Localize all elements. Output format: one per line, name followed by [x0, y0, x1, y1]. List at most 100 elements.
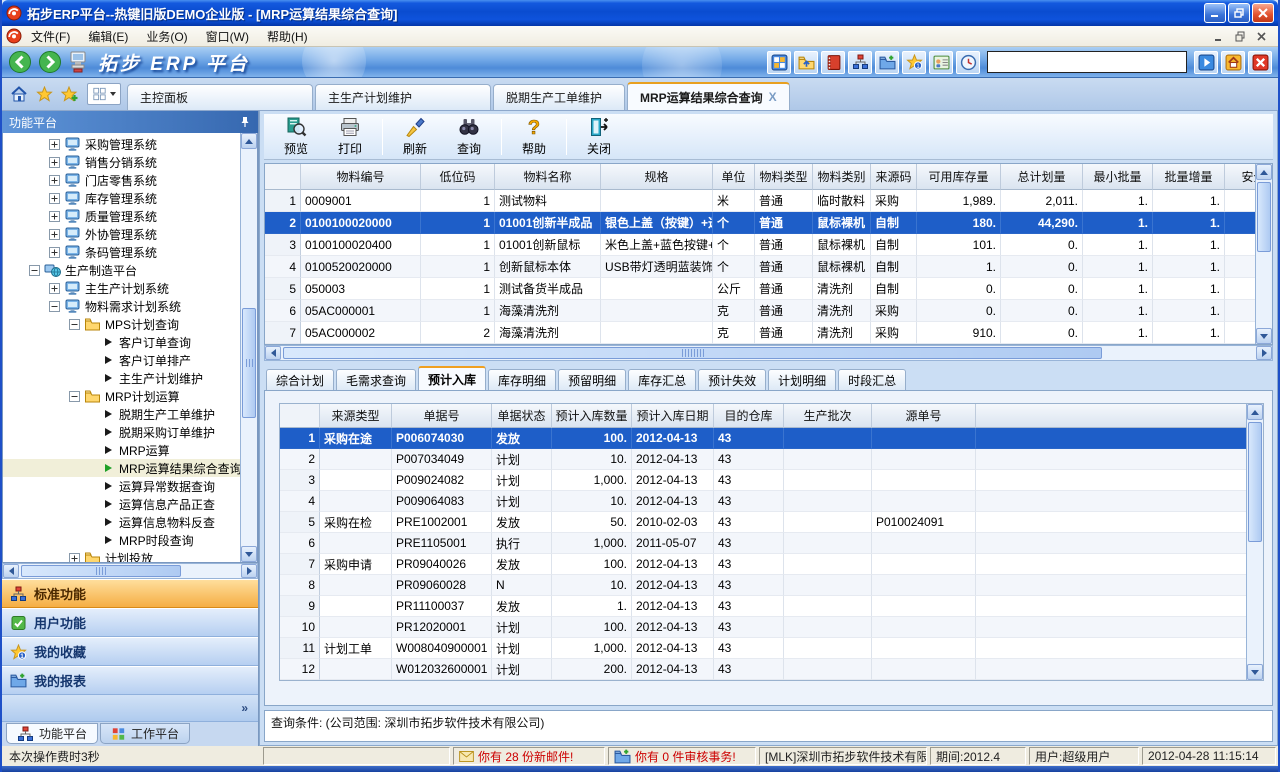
column-header[interactable]: 预计入库日期	[632, 404, 714, 428]
scroll-left-button[interactable]	[3, 564, 19, 578]
column-header[interactable]: 可用库存量	[917, 164, 1001, 190]
favorite-star-icon[interactable]	[36, 86, 53, 102]
table-row[interactable]: 6PRE1105001执行1,000.2011-05-0743	[280, 533, 1246, 554]
menu-item-business[interactable]: 业务(O)	[137, 28, 196, 46]
tree-item[interactable]: 脱期生产工单维护	[3, 405, 240, 423]
table-row[interactable]: 4P009064083计划10.2012-04-1343	[280, 491, 1246, 512]
pin-icon[interactable]	[239, 116, 251, 128]
collapse-minus-icon[interactable]	[69, 391, 80, 402]
tree-item[interactable]: MRP计划运算	[3, 387, 240, 405]
collapse-minus-icon[interactable]	[49, 301, 60, 312]
scroll-down-button[interactable]	[1256, 328, 1272, 344]
toolbar-preview-button[interactable]: 预览	[270, 116, 322, 158]
column-header[interactable]: 安全库	[1225, 164, 1255, 190]
tree-item[interactable]: 销售分销系统	[3, 153, 240, 171]
tree-item[interactable]: 脱期采购订单维护	[3, 423, 240, 441]
column-header[interactable]: 源单号	[872, 404, 976, 428]
table-row[interactable]: 7采购申请PR09040026发放100.2012-04-1343	[280, 554, 1246, 575]
table-row[interactable]: 9PR11100037发放1.2012-04-1343	[280, 596, 1246, 617]
table-row[interactable]: 8PR09060028N10.2012-04-1343	[280, 575, 1246, 596]
toolbar-print-button[interactable]: 打印	[324, 116, 376, 158]
scroll-right-button[interactable]	[241, 564, 257, 578]
close-button[interactable]	[1252, 3, 1274, 23]
detail-tab-2[interactable]: 毛需求查询	[336, 369, 416, 390]
document-tab-4[interactable]: MRP运算结果综合查询X	[627, 82, 790, 110]
mdi-close-button[interactable]	[1253, 29, 1270, 44]
scroll-right-button[interactable]	[1256, 346, 1272, 360]
sidebar-panel-1[interactable]: 标准功能	[2, 579, 258, 608]
red-book-button[interactable]	[821, 51, 845, 74]
sidebar-panel-2[interactable]: 用户功能	[2, 608, 258, 637]
collapse-minus-icon[interactable]	[69, 319, 80, 330]
tab-close-icon[interactable]: X	[769, 90, 777, 104]
toolbar-help-button[interactable]: ?帮助	[508, 116, 560, 158]
tree-item[interactable]: 计划投放	[3, 549, 240, 562]
tree-item[interactable]: 物料需求计划系统	[3, 297, 240, 315]
scroll-down-button[interactable]	[241, 546, 257, 562]
back-button[interactable]	[8, 50, 32, 74]
scroll-thumb[interactable]	[1257, 182, 1271, 252]
expand-plus-icon[interactable]	[49, 175, 60, 186]
expand-plus-icon[interactable]	[49, 229, 60, 240]
org-chart-button[interactable]	[848, 51, 872, 74]
table-row[interactable]: 605AC0000011海藻清洗剂克普通清洗剂采购0.0.1.1.	[265, 300, 1255, 322]
scroll-left-button[interactable]	[265, 346, 281, 360]
tree-item[interactable]: 生产制造平台	[3, 261, 240, 279]
column-header[interactable]: 预计入库数量	[552, 404, 632, 428]
expand-plus-icon[interactable]	[69, 553, 80, 563]
scroll-thumb[interactable]	[1248, 422, 1262, 542]
restore-button[interactable]	[1228, 3, 1250, 23]
table-row[interactable]: 50500031测试备货半成品公斤普通清洗剂自制0.0.1.1.	[265, 278, 1255, 300]
column-header[interactable]: 规格	[601, 164, 713, 190]
table-row[interactable]: 10PR12020001计划100.2012-04-1343	[280, 617, 1246, 638]
tree-item[interactable]: 门店零售系统	[3, 171, 240, 189]
column-header[interactable]: 来源类型	[320, 404, 392, 428]
panel-overflow-button[interactable]: »	[2, 695, 258, 722]
close-red-button[interactable]	[1248, 51, 1272, 74]
expand-plus-icon[interactable]	[49, 193, 60, 204]
id-card-button[interactable]	[929, 51, 953, 74]
tree-item[interactable]: 运算信息物料反查	[3, 513, 240, 531]
column-header[interactable]: 低位码	[421, 164, 495, 190]
add-favorite-icon[interactable]	[61, 86, 79, 102]
scroll-thumb[interactable]	[242, 308, 256, 418]
folder-plus-button[interactable]	[875, 51, 899, 74]
column-header[interactable]: 批量增量	[1153, 164, 1225, 190]
detail-tab-4[interactable]: 库存明细	[488, 369, 556, 390]
column-header[interactable]	[280, 404, 320, 428]
table-row[interactable]: 2P007034049计划10.2012-04-1343	[280, 449, 1246, 470]
table-row[interactable]: 12W012032600001计划200.2012-04-1343	[280, 659, 1246, 680]
table-row[interactable]: 20100100020000101001创新半成品银色上盖（按键）+透明个普通鼠…	[265, 212, 1255, 234]
toolbar-search-button[interactable]: 查询	[443, 116, 495, 158]
forward-button[interactable]	[38, 50, 62, 74]
column-header[interactable]: 物料编号	[301, 164, 421, 190]
column-header[interactable]: 总计划量	[1001, 164, 1083, 190]
tree-item[interactable]: 运算信息产品正查	[3, 495, 240, 513]
column-header[interactable]: 目的仓库	[714, 404, 784, 428]
table-row[interactable]: 100090011测试物料米普通临时散料采购1,989.2,011.1.1.	[265, 190, 1255, 212]
tree-item[interactable]: 主生产计划维护	[3, 369, 240, 387]
column-header[interactable]: 物料类型	[755, 164, 813, 190]
tree-item[interactable]: 主生产计划系统	[3, 279, 240, 297]
expand-plus-icon[interactable]	[49, 157, 60, 168]
table-row[interactable]: 30100100020400101001创新鼠标米色上盖+蓝色按键+蓝色个普通鼠…	[265, 234, 1255, 256]
collapse-minus-icon[interactable]	[29, 265, 40, 276]
tree-item[interactable]: 条码管理系统	[3, 243, 240, 261]
tree-item[interactable]: 采购管理系统	[3, 135, 240, 153]
sidebar-tab-1[interactable]: 功能平台	[6, 723, 98, 744]
column-header[interactable]: 物料类别	[813, 164, 871, 190]
sidebar-panel-3[interactable]: 1我的收藏	[2, 637, 258, 666]
scroll-down-button[interactable]	[1247, 664, 1263, 680]
mdi-restore-button[interactable]	[1232, 29, 1249, 44]
document-tab-3[interactable]: 脱期生产工单维护	[493, 84, 625, 110]
menu-item-file[interactable]: 文件(F)	[22, 28, 79, 46]
scroll-up-button[interactable]	[1247, 404, 1263, 420]
mdi-minimize-button[interactable]	[1211, 29, 1228, 44]
sidebar-tab-2[interactable]: 工作平台	[100, 723, 190, 744]
tree-item[interactable]: 库存管理系统	[3, 189, 240, 207]
detail-tab-3[interactable]: 预计入库	[418, 366, 486, 390]
tree-item[interactable]: MPS计划查询	[3, 315, 240, 333]
detail-tab-6[interactable]: 库存汇总	[628, 369, 696, 390]
expand-plus-icon[interactable]	[49, 283, 60, 294]
column-header[interactable]: 生产批次	[784, 404, 872, 428]
